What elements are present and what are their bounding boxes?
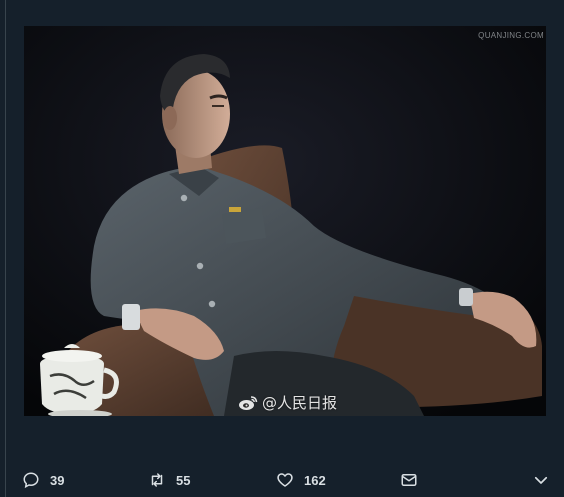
timeline-divider bbox=[5, 0, 6, 497]
retweet-count: 55 bbox=[176, 472, 191, 488]
retweet-arrows-icon bbox=[148, 471, 166, 489]
reply-button[interactable]: 39 bbox=[22, 468, 64, 492]
like-button[interactable]: 162 bbox=[276, 468, 326, 492]
reply-count: 39 bbox=[50, 472, 65, 488]
photo-watermark-text: @人民日报 bbox=[262, 394, 338, 412]
tweet-photo[interactable]: QUANJING.COM @人民日报 bbox=[24, 26, 546, 416]
more-options-button[interactable] bbox=[532, 468, 550, 492]
heart-outline-icon bbox=[276, 471, 294, 489]
retweet-button[interactable]: 55 bbox=[148, 468, 190, 492]
photo-illustration bbox=[24, 26, 546, 416]
photo-watermark-bottom: @人民日报 bbox=[238, 392, 337, 413]
photo-watermark-top: QUANJING.COM bbox=[478, 31, 544, 40]
tweet-action-bar: 39 55 162 bbox=[0, 468, 564, 492]
envelope-icon bbox=[400, 471, 418, 489]
weibo-logo-icon bbox=[238, 395, 258, 411]
comment-bubble-icon bbox=[22, 471, 40, 489]
chevron-down-icon bbox=[532, 471, 550, 489]
like-count: 162 bbox=[304, 472, 326, 488]
direct-message-button[interactable] bbox=[400, 468, 418, 492]
